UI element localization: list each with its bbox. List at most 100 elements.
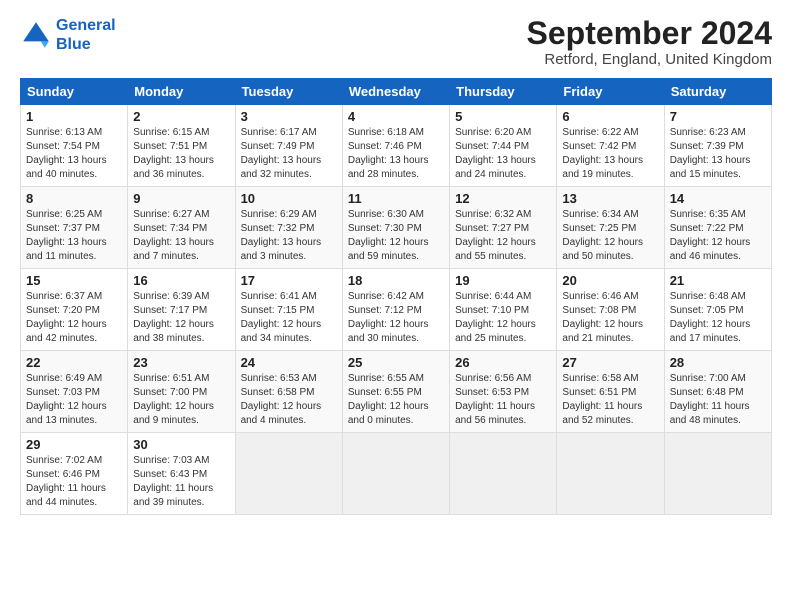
day-info: Sunrise: 7:00 AMSunset: 6:48 PMDaylight:… xyxy=(670,373,750,426)
calendar-table: Sunday Monday Tuesday Wednesday Thursday… xyxy=(20,78,772,515)
logo-text: General Blue xyxy=(56,16,116,54)
table-row: 22Sunrise: 6:49 AMSunset: 7:03 PMDayligh… xyxy=(21,351,128,433)
col-monday: Monday xyxy=(128,79,235,105)
location: Retford, England, United Kingdom xyxy=(527,51,772,68)
day-info: Sunrise: 6:29 AMSunset: 7:32 PMDaylight:… xyxy=(241,209,322,262)
table-row xyxy=(664,433,771,515)
day-number: 7 xyxy=(670,109,766,124)
table-row: 3Sunrise: 6:17 AMSunset: 7:49 PMDaylight… xyxy=(235,105,342,187)
day-number: 8 xyxy=(26,191,122,206)
table-row: 11 Sunrise: 6:30 AMSunset: 7:30 PMDayligh… xyxy=(342,187,449,269)
day-number: 19 xyxy=(455,273,551,288)
table-row: 25 Sunrise: 6:55 AMSunset: 6:55 PMDayligh… xyxy=(342,351,449,433)
day-info: Sunrise: 6:51 AMSunset: 7:00 PMDaylight:… xyxy=(133,373,214,426)
day-number: 18 xyxy=(348,273,444,288)
table-row: 6Sunrise: 6:22 AMSunset: 7:42 PMDaylight… xyxy=(557,105,664,187)
header-row: Sunday Monday Tuesday Wednesday Thursday… xyxy=(21,79,772,105)
title-block: September 2024 Retford, England, United … xyxy=(527,16,772,68)
day-number: 30 xyxy=(133,437,229,452)
week-row-3: 22Sunrise: 6:49 AMSunset: 7:03 PMDayligh… xyxy=(21,351,772,433)
table-row: 15 Sunrise: 6:37 AMSunset: 7:20 PMDayligh… xyxy=(21,269,128,351)
day-info: Sunrise: 7:03 AMSunset: 6:43 PMDaylight:… xyxy=(133,455,213,508)
table-row: 1 Sunrise: 6:13 AMSunset: 7:54 PMDaylight… xyxy=(21,105,128,187)
table-row: 4 Sunrise: 6:18 AMSunset: 7:46 PMDaylight… xyxy=(342,105,449,187)
table-row: 16Sunrise: 6:39 AMSunset: 7:17 PMDayligh… xyxy=(128,269,235,351)
table-row xyxy=(235,433,342,515)
table-row: 23 Sunrise: 6:51 AMSunset: 7:00 PMDayligh… xyxy=(128,351,235,433)
day-number: 2 xyxy=(133,109,229,124)
day-info: Sunrise: 6:22 AMSunset: 7:42 PMDaylight:… xyxy=(562,127,643,180)
day-number: 21 xyxy=(670,273,766,288)
day-number: 13 xyxy=(562,191,658,206)
table-row: 7Sunrise: 6:23 AMSunset: 7:39 PMDaylight… xyxy=(664,105,771,187)
day-number: 26 xyxy=(455,355,551,370)
day-number: 1 xyxy=(26,109,122,124)
table-row: 21 Sunrise: 6:48 AMSunset: 7:05 PMDayligh… xyxy=(664,269,771,351)
day-number: 9 xyxy=(133,191,229,206)
day-info: Sunrise: 6:48 AMSunset: 7:05 PMDaylight:… xyxy=(670,291,751,344)
table-row: 19 Sunrise: 6:44 AMSunset: 7:10 PMDayligh… xyxy=(450,269,557,351)
day-info: Sunrise: 6:55 AMSunset: 6:55 PMDaylight:… xyxy=(348,373,429,426)
table-row: 12Sunrise: 6:32 AMSunset: 7:27 PMDayligh… xyxy=(450,187,557,269)
table-row: 24Sunrise: 6:53 AMSunset: 6:58 PMDayligh… xyxy=(235,351,342,433)
logo-icon xyxy=(20,19,52,51)
day-number: 14 xyxy=(670,191,766,206)
table-row: 5Sunrise: 6:20 AMSunset: 7:44 PMDaylight… xyxy=(450,105,557,187)
table-row: 9 Sunrise: 6:27 AMSunset: 7:34 PMDaylight… xyxy=(128,187,235,269)
table-row: 30 Sunrise: 7:03 AMSunset: 6:43 PMDayligh… xyxy=(128,433,235,515)
col-saturday: Saturday xyxy=(664,79,771,105)
col-wednesday: Wednesday xyxy=(342,79,449,105)
day-info: Sunrise: 6:42 AMSunset: 7:12 PMDaylight:… xyxy=(348,291,429,344)
day-number: 25 xyxy=(348,355,444,370)
day-number: 15 xyxy=(26,273,122,288)
table-row: 10 Sunrise: 6:29 AMSunset: 7:32 PMDayligh… xyxy=(235,187,342,269)
table-row xyxy=(342,433,449,515)
day-number: 28 xyxy=(670,355,766,370)
day-info: Sunrise: 6:25 AMSunset: 7:37 PMDaylight:… xyxy=(26,209,107,262)
day-number: 23 xyxy=(133,355,229,370)
col-tuesday: Tuesday xyxy=(235,79,342,105)
day-info: Sunrise: 7:02 AMSunset: 6:46 PMDaylight:… xyxy=(26,455,106,508)
table-row: 2Sunrise: 6:15 AMSunset: 7:51 PMDaylight… xyxy=(128,105,235,187)
day-info: Sunrise: 6:27 AMSunset: 7:34 PMDaylight:… xyxy=(133,209,214,262)
week-row-0: 1 Sunrise: 6:13 AMSunset: 7:54 PMDaylight… xyxy=(21,105,772,187)
col-friday: Friday xyxy=(557,79,664,105)
table-row: 18 Sunrise: 6:42 AMSunset: 7:12 PMDayligh… xyxy=(342,269,449,351)
page: General Blue September 2024 Retford, Eng… xyxy=(0,0,792,525)
day-info: Sunrise: 6:35 AMSunset: 7:22 PMDaylight:… xyxy=(670,209,751,262)
day-info: Sunrise: 6:56 AMSunset: 6:53 PMDaylight:… xyxy=(455,373,535,426)
day-info: Sunrise: 6:20 AMSunset: 7:44 PMDaylight:… xyxy=(455,127,536,180)
week-row-4: 29Sunrise: 7:02 AMSunset: 6:46 PMDayligh… xyxy=(21,433,772,515)
col-sunday: Sunday xyxy=(21,79,128,105)
logo: General Blue xyxy=(20,16,116,54)
day-number: 12 xyxy=(455,191,551,206)
week-row-2: 15 Sunrise: 6:37 AMSunset: 7:20 PMDayligh… xyxy=(21,269,772,351)
logo-line2: Blue xyxy=(56,36,91,53)
table-row xyxy=(450,433,557,515)
table-row: 8 Sunrise: 6:25 AMSunset: 7:37 PMDaylight… xyxy=(21,187,128,269)
day-info: Sunrise: 6:37 AMSunset: 7:20 PMDaylight:… xyxy=(26,291,107,344)
month-title: September 2024 xyxy=(527,16,772,51)
day-number: 11 xyxy=(348,191,444,206)
day-number: 4 xyxy=(348,109,444,124)
col-thursday: Thursday xyxy=(450,79,557,105)
day-info: Sunrise: 6:34 AMSunset: 7:25 PMDaylight:… xyxy=(562,209,643,262)
day-info: Sunrise: 6:41 AMSunset: 7:15 PMDaylight:… xyxy=(241,291,322,344)
day-info: Sunrise: 6:18 AMSunset: 7:46 PMDaylight:… xyxy=(348,127,429,180)
calendar-body: 1 Sunrise: 6:13 AMSunset: 7:54 PMDaylight… xyxy=(21,105,772,515)
day-info: Sunrise: 6:44 AMSunset: 7:10 PMDaylight:… xyxy=(455,291,536,344)
table-row: 28 Sunrise: 7:00 AMSunset: 6:48 PMDayligh… xyxy=(664,351,771,433)
table-row: 26 Sunrise: 6:56 AMSunset: 6:53 PMDayligh… xyxy=(450,351,557,433)
day-info: Sunrise: 6:30 AMSunset: 7:30 PMDaylight:… xyxy=(348,209,429,262)
day-number: 24 xyxy=(241,355,337,370)
day-number: 10 xyxy=(241,191,337,206)
table-row xyxy=(557,433,664,515)
header: General Blue September 2024 Retford, Eng… xyxy=(20,16,772,68)
day-info: Sunrise: 6:13 AMSunset: 7:54 PMDaylight:… xyxy=(26,127,107,180)
day-number: 17 xyxy=(241,273,337,288)
day-info: Sunrise: 6:17 AMSunset: 7:49 PMDaylight:… xyxy=(241,127,322,180)
logo-line1: General xyxy=(56,17,116,34)
day-info: Sunrise: 6:58 AMSunset: 6:51 PMDaylight:… xyxy=(562,373,642,426)
week-row-1: 8 Sunrise: 6:25 AMSunset: 7:37 PMDaylight… xyxy=(21,187,772,269)
table-row: 29Sunrise: 7:02 AMSunset: 6:46 PMDayligh… xyxy=(21,433,128,515)
